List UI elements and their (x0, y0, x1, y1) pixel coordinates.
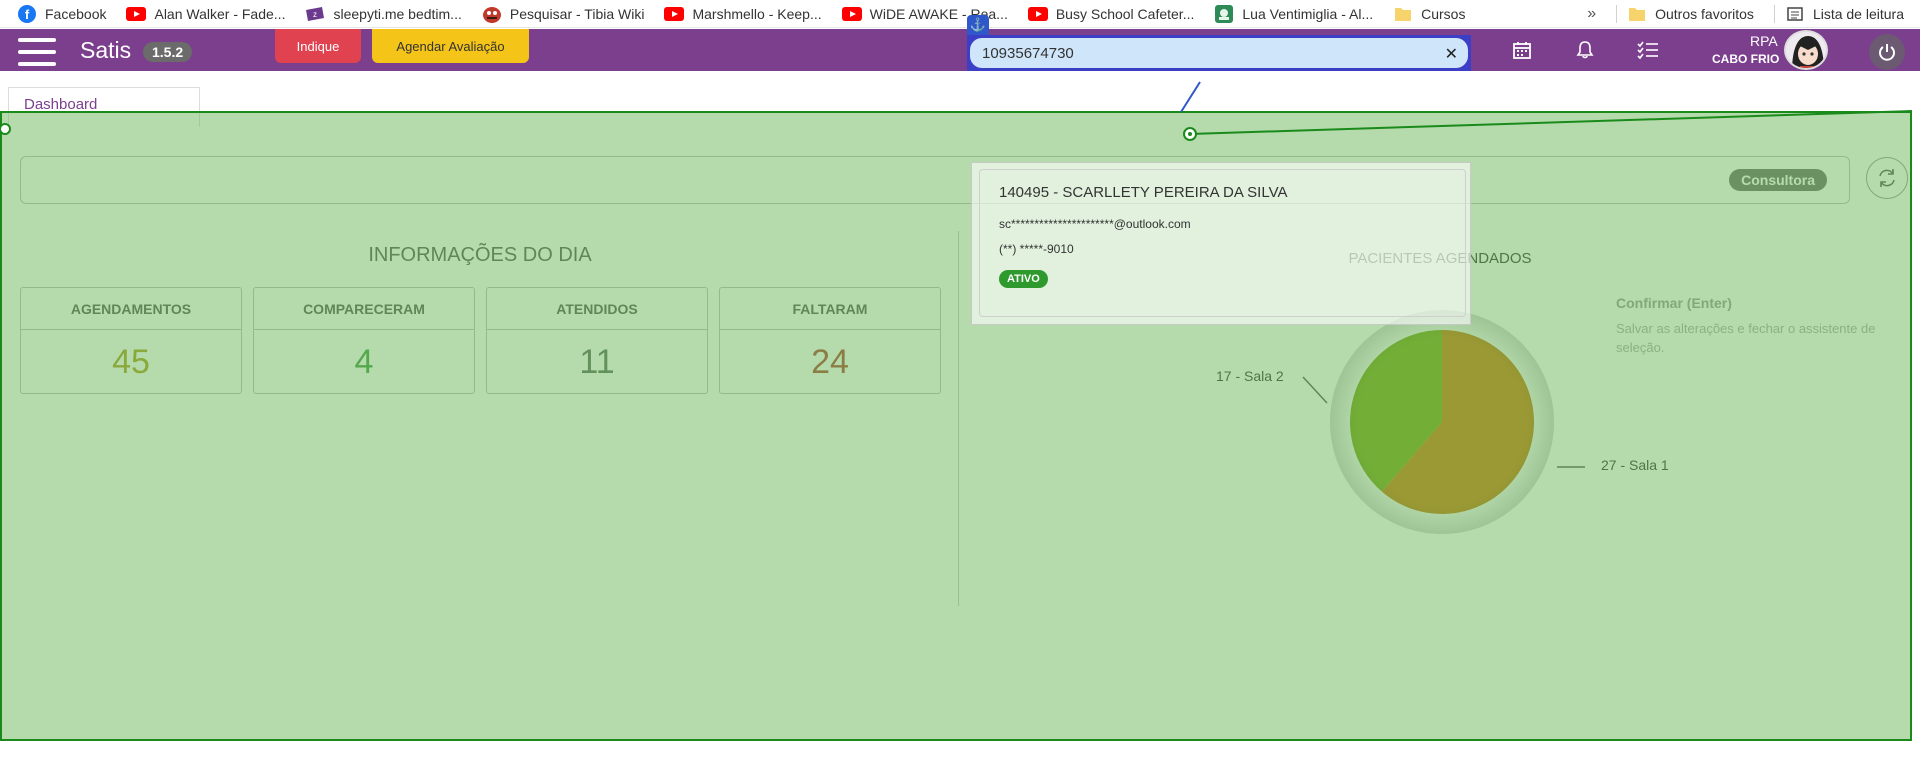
youtube-icon (1027, 4, 1048, 24)
svg-text:z: z (313, 10, 317, 19)
task-list-icon[interactable] (1634, 37, 1662, 63)
bookmark-label: Lista de leitura (1812, 6, 1904, 22)
user-name: RPA (1750, 33, 1778, 49)
bookmark-label: Facebook (45, 5, 107, 22)
brand-name: Satis (80, 37, 132, 63)
bookmark-label: Pesquisar - Tibia Wiki (509, 5, 645, 22)
separator (1773, 5, 1775, 23)
bookmark-label: sleepyti.me bedtim... (333, 5, 462, 22)
reading-list-icon (1785, 4, 1805, 24)
patient-result-card[interactable]: 140495 - SCARLLETY PEREIRA DA SILVA sc**… (979, 169, 1466, 317)
svg-text:f: f (25, 7, 30, 22)
folder-icon (1627, 4, 1647, 24)
bookmark-lua-ventimiglia[interactable]: Lua Ventimiglia - Al... (1214, 4, 1373, 24)
bookmark-label: Alan Walker - Fade... (154, 5, 286, 22)
patient-phone: (**) *****-9010 (999, 242, 1074, 256)
lua-icon (1214, 4, 1234, 24)
bookmarks-bar: f Facebook Alan Walker - Fade... z sleep… (0, 0, 1920, 28)
folder-icon (1393, 4, 1413, 24)
agendar-avaliacao-button[interactable]: Agendar Avaliação (372, 29, 529, 63)
bookmark-alan-walker[interactable]: Alan Walker - Fade... (126, 4, 285, 24)
search-box: ✕ (970, 38, 1468, 68)
bookmark-label: Cursos (1421, 5, 1466, 22)
bookmarks-overflow[interactable]: » (1587, 5, 1596, 23)
search-field-wrapper: ✕ (967, 35, 1471, 71)
sleepytime-icon: z (305, 4, 325, 24)
bookmark-other-favorites[interactable]: Outros favoritos (1627, 4, 1754, 24)
youtube-icon (841, 4, 862, 24)
bookmark-tibia-wiki[interactable]: Pesquisar - Tibia Wiki (482, 4, 645, 24)
bell-icon[interactable] (1571, 37, 1599, 63)
main-content: Dashboard Consultora INFORMAÇÕES DO DIA … (0, 71, 1920, 772)
search-input[interactable] (982, 44, 1422, 62)
youtube-icon (664, 4, 685, 24)
bookmark-label: Busy School Cafeter... (1055, 5, 1195, 22)
patient-name: 140495 - SCARLLETY PEREIRA DA SILVA (999, 184, 1288, 201)
bookmark-sleepytime[interactable]: z sleepyti.me bedtim... (305, 4, 462, 24)
overlay-marker (0, 123, 11, 135)
separator (1616, 5, 1618, 23)
status-badge: ATIVO (999, 270, 1048, 288)
avatar[interactable] (1784, 30, 1828, 70)
bookmark-facebook[interactable]: f Facebook (17, 4, 106, 24)
bookmark-cursos[interactable]: Cursos (1393, 4, 1465, 24)
bookmarks-right: » Outros favoritos Lista de leitura (1587, 0, 1920, 28)
user-location: CABO FRIO (1712, 52, 1780, 66)
power-icon[interactable] (1869, 34, 1905, 70)
reading-list[interactable]: Lista de leitura (1785, 4, 1904, 24)
bookmark-label: Outros favoritos (1655, 6, 1754, 22)
bookmark-label: Lua Ventimiglia - Al... (1242, 5, 1374, 22)
tibia-icon (482, 4, 502, 24)
calendar-icon[interactable] (1508, 37, 1536, 63)
clear-search-icon[interactable]: ✕ (1445, 44, 1458, 64)
menu-icon[interactable] (18, 38, 56, 66)
bookmark-busy-school[interactable]: Busy School Cafeter... (1027, 4, 1195, 24)
app-header: Satis 1.5.2 Indique Agendar Avaliação ⚓ … (0, 15, 1920, 71)
indique-button[interactable]: Indique (275, 29, 361, 63)
facebook-icon: f (17, 4, 37, 24)
bookmark-label: Marshmello - Keep... (692, 5, 822, 22)
search-results-dropdown: 140495 - SCARLLETY PEREIRA DA SILVA sc**… (971, 162, 1471, 325)
highlight-overlay (0, 111, 1912, 741)
youtube-icon (126, 4, 147, 24)
anchor-icon: ⚓ (967, 15, 989, 35)
bookmark-marshmello[interactable]: Marshmello - Keep... (664, 4, 822, 24)
patient-email: sc**********************@outlook.com (999, 217, 1191, 231)
version-badge: 1.5.2 (143, 42, 193, 62)
